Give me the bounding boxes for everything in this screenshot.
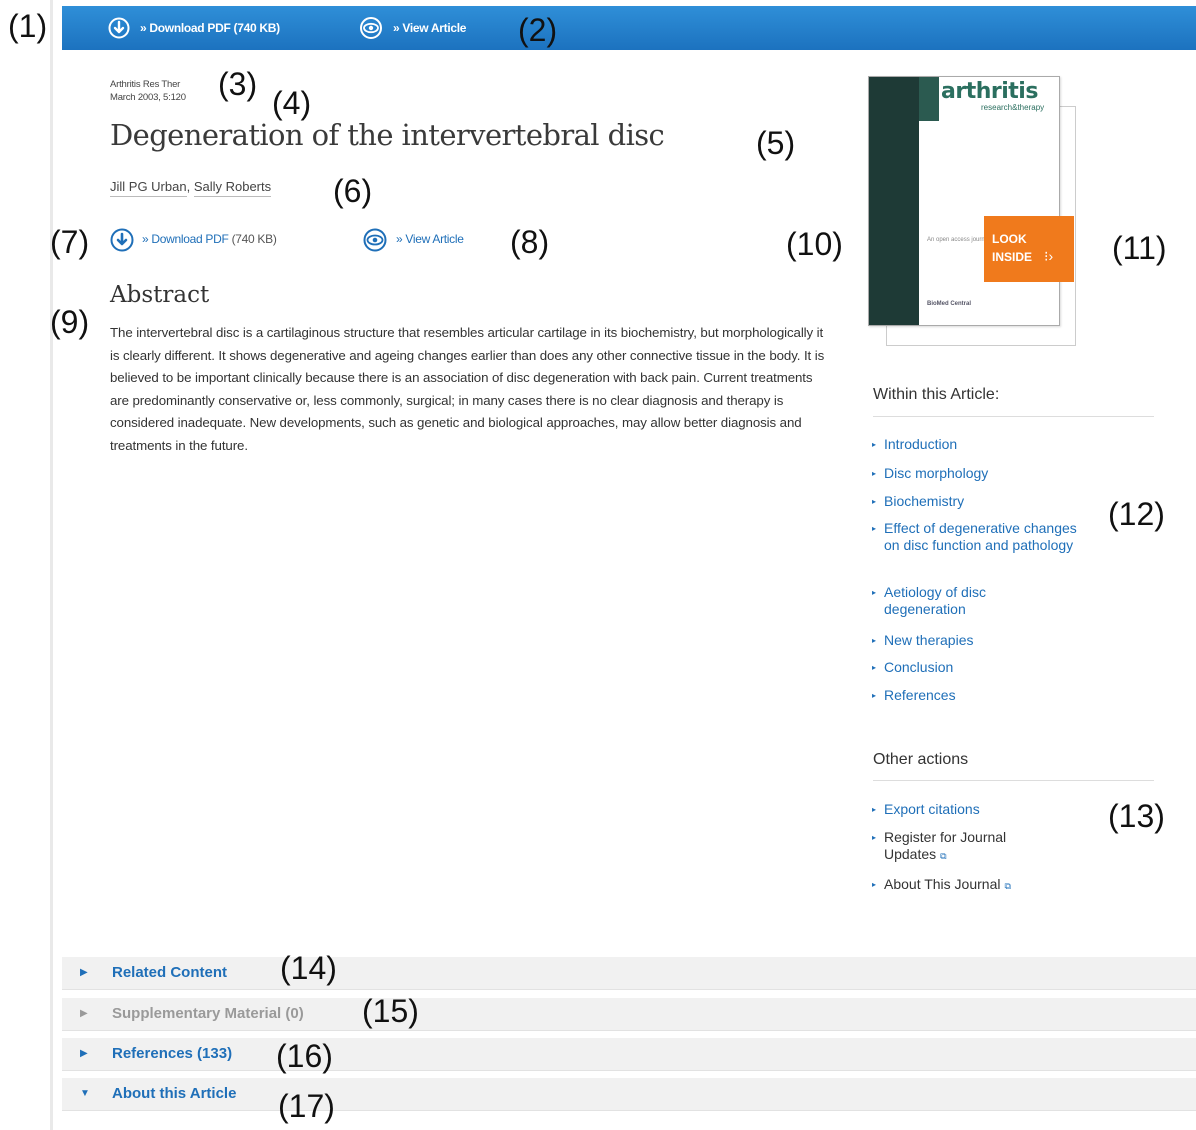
toc-link-disc-morphology[interactable]: ▸ Disc morphology — [872, 465, 1114, 482]
callout-label: (8) — [510, 224, 550, 260]
callout-label: (3) — [218, 66, 258, 102]
look-inside-label-1: LOOK — [992, 232, 1027, 246]
cover-journal-subtitle: research&therapy — [981, 103, 1045, 112]
callout-label: (16) — [276, 1038, 333, 1074]
bullet-icon: ▸ — [872, 636, 877, 645]
accordion-label: Related Content — [112, 964, 228, 981]
author-list: Jill PG Urban, Sally Roberts — [110, 179, 272, 197]
within-article-heading: Within this Article: — [873, 386, 1000, 403]
view-article-label: » View Article — [396, 232, 464, 246]
journal-name: Arthritis Res Ther — [110, 79, 181, 90]
callout-label: (1) — [8, 8, 48, 44]
callout-label: (15) — [362, 993, 419, 1029]
eye-icon — [359, 17, 383, 39]
dotted-arrow-icon: ⁝› — [1044, 248, 1054, 264]
other-actions-divider — [873, 780, 1154, 781]
author-link[interactable]: Jill PG Urban — [110, 179, 187, 197]
abstract-text: The intervertebral disc is a cartilagino… — [110, 325, 825, 453]
toc-link-new-therapies[interactable]: ▸ New therapies — [872, 632, 1114, 649]
callout-label: (2) — [518, 12, 558, 48]
bullet-icon: ▸ — [872, 588, 877, 597]
cover-publisher-logo: BioMed Central — [927, 301, 972, 307]
toc-link-conclusion[interactable]: ▸ Conclusion — [872, 659, 1114, 676]
abstract-heading: Abstract — [110, 282, 210, 308]
bullet-icon: ▸ — [872, 469, 877, 478]
look-inside-label-2: INSIDE — [992, 250, 1033, 264]
toc-link-references[interactable]: ▸ References — [872, 687, 1114, 704]
accordion-about-this-article[interactable]: ▼ About this Article — [62, 1078, 1196, 1111]
callout-label: (7) — [50, 224, 90, 260]
top-action-bar: » Download PDF (740 KB) » View Article — [62, 6, 1196, 50]
look-inside-button[interactable]: LOOK INSIDE ⁝› — [984, 216, 1074, 282]
author-link[interactable]: Sally Roberts — [193, 179, 272, 197]
toc-link-effect-degenerative[interactable]: ▸ Effect of degenerative changes on disc … — [872, 520, 1084, 554]
toc-link-biochemistry[interactable]: ▸ Biochemistry — [872, 493, 1114, 510]
callout-label: (11) — [1112, 230, 1167, 266]
bullet-icon: ▸ — [872, 524, 877, 533]
caret-right-icon: ▶ — [80, 1008, 88, 1019]
toc-link-introduction[interactable]: ▸ Introduction — [872, 436, 1114, 453]
download-circle-icon — [110, 228, 134, 252]
accordion-related-content[interactable]: ▶ Related Content — [62, 957, 1196, 990]
toc-link-aetiology[interactable]: ▸ Aetiology of disc degeneration — [872, 584, 1034, 618]
external-link-icon: ⧉ — [940, 851, 947, 861]
cover-front-page: arthritis research&therapy An open acces… — [868, 76, 1060, 326]
cover-band — [919, 77, 939, 121]
bullet-icon: ▸ — [872, 833, 877, 842]
other-actions-heading: Other actions — [873, 751, 969, 768]
download-pdf-link[interactable]: » Download PDF (740 KB) — [110, 227, 277, 252]
accordion-label: About this Article — [112, 1085, 237, 1102]
accordion-references[interactable]: ▶ References (133) — [62, 1038, 1196, 1071]
callout-label: (13) — [1108, 798, 1165, 834]
about-this-journal-link[interactable]: ▸ About This Journal ⧉ — [872, 876, 1114, 895]
external-link-icon: ⧉ — [1004, 881, 1011, 891]
callout-label: (4) — [272, 85, 312, 121]
bullet-icon: ▸ — [872, 691, 877, 700]
accordion-label: Supplementary Material (0) — [112, 1005, 304, 1022]
eye-icon — [362, 228, 387, 252]
cover-spine — [869, 77, 919, 325]
page-left-border — [50, 0, 53, 1130]
callout-label: (6) — [333, 173, 373, 209]
register-journal-updates-link[interactable]: ▸ Register for Journal Updates ⧉ — [872, 829, 1054, 865]
top-download-pdf-label: » Download PDF (740 KB) — [140, 21, 280, 35]
caret-right-icon: ▶ — [80, 967, 88, 978]
accordion-label: References (133) — [112, 1045, 233, 1062]
callout-label: (14) — [280, 950, 337, 986]
caret-down-icon: ▼ — [80, 1088, 90, 1099]
view-article-link[interactable]: » View Article — [362, 227, 464, 252]
article-title: Degeneration of the intervertebral disc — [110, 118, 665, 152]
publication-date: March 2003, 5:120 — [110, 92, 186, 103]
bullet-icon: ▸ — [872, 440, 877, 449]
callout-label: (9) — [50, 304, 90, 340]
cover-journal-name: arthritis — [941, 79, 1038, 104]
download-pdf-label: » Download PDF — [142, 232, 229, 246]
download-pdf-size: (740 KB) — [231, 232, 277, 246]
bullet-icon: ▸ — [872, 805, 877, 814]
accordion-supplementary-material[interactable]: ▶ Supplementary Material (0) — [62, 998, 1196, 1031]
bullet-icon: ▸ — [872, 497, 877, 506]
callout-label: (12) — [1108, 496, 1165, 532]
top-view-article-label: » View Article — [393, 21, 467, 35]
bullet-icon: ▸ — [872, 880, 877, 889]
export-citations-link[interactable]: ▸ Export citations — [872, 801, 1114, 818]
callout-label: (17) — [278, 1088, 335, 1124]
cover-open-access-text: An open access journal — [927, 237, 990, 243]
bullet-icon: ▸ — [872, 663, 877, 672]
journal-cover-image[interactable]: arthritis research&therapy An open acces… — [868, 76, 1078, 346]
top-view-article-link[interactable]: » View Article — [359, 16, 466, 40]
within-article-divider — [873, 416, 1154, 417]
callout-label: (10) — [786, 226, 843, 262]
callout-label: (5) — [756, 125, 796, 161]
top-download-pdf-link[interactable]: » Download PDF (740 KB) — [108, 16, 280, 40]
download-circle-icon — [108, 17, 130, 39]
caret-right-icon: ▶ — [80, 1048, 88, 1059]
